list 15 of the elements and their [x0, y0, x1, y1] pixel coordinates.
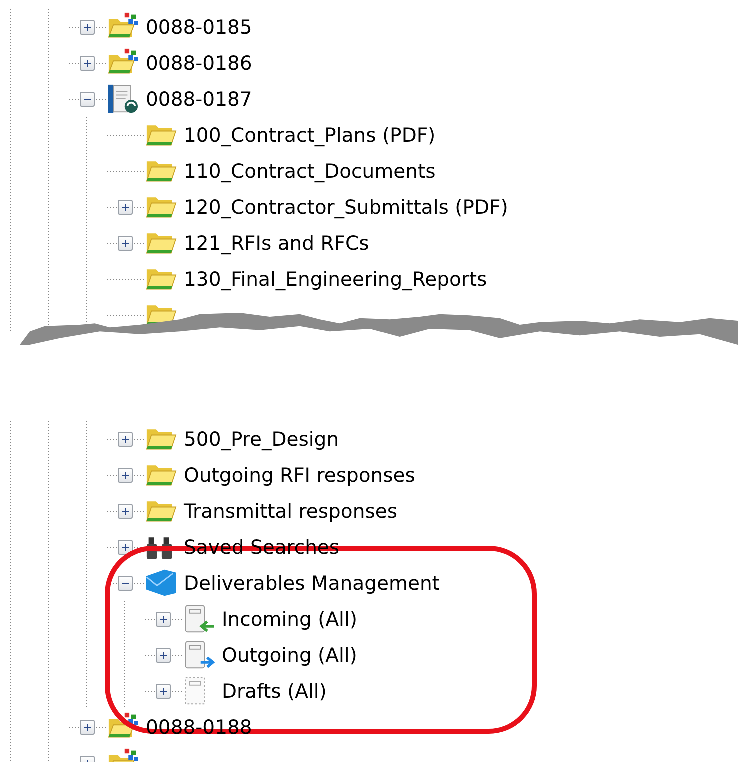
tree-item-label[interactable]: Incoming (All): [220, 608, 358, 630]
tree-item-label[interactable]: 500_Pre_Design: [182, 428, 340, 450]
tree-item-label[interactable]: 100_Contract_Plans (PDF): [182, 124, 436, 146]
tree-item-label[interactable]: 0088-0185: [144, 16, 252, 38]
tree-item-label[interactable]: Outgoing RFI responses: [182, 464, 416, 486]
tree-item-label[interactable]: 120_Contractor_Submittals (PDF): [182, 196, 508, 218]
tree-item-label[interactable]: 0088-0186: [144, 52, 252, 74]
tree-item-label[interactable]: 110_Contract_Documents: [182, 160, 436, 182]
tree-item-label[interactable]: Drafts (All): [220, 680, 327, 702]
tree-item-label[interactable]: Deliverables Management: [182, 572, 440, 594]
tree-item-label[interactable]: Outgoing (All): [220, 644, 358, 666]
tree-item-label[interactable]: Transmittal responses: [182, 500, 398, 522]
tree-item-label[interactable]: 0088-0187: [144, 88, 252, 110]
tree-item-label[interactable]: 130_Final_Engineering_Reports: [182, 268, 488, 290]
tree-item-label[interactable]: 121_RFIs and RFCs: [182, 232, 370, 254]
